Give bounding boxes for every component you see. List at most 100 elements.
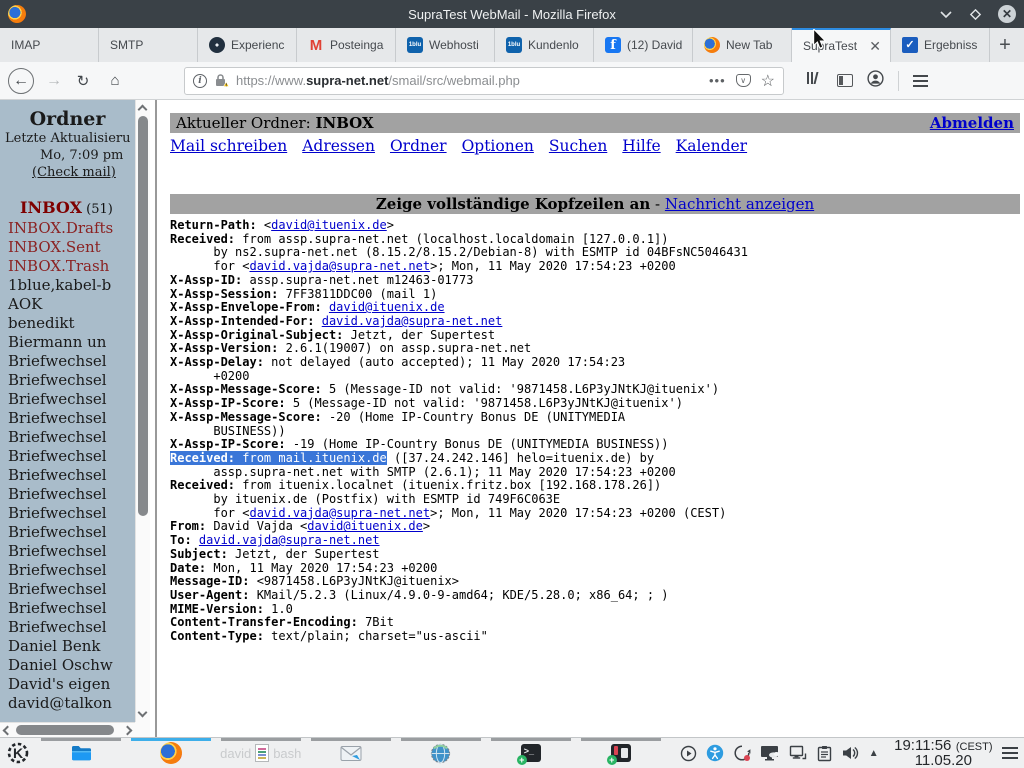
tab-smtp[interactable]: SMTP [99, 28, 198, 62]
menu-icon[interactable] [913, 72, 928, 90]
task-konsole-session[interactable]: davidbash [216, 738, 306, 768]
folder-david-talkon[interactable]: david@talkon [0, 694, 135, 713]
folder-briefwechsel[interactable]: Briefwechsel [0, 409, 135, 428]
folder-briefwechsel[interactable]: Briefwechsel [0, 504, 135, 523]
folder-inbox-sent[interactable]: INBOX.Sent [0, 238, 135, 257]
back-icon[interactable]: ← [8, 68, 34, 94]
menu-link-hilfe[interactable]: Hilfe [622, 137, 660, 155]
email-address-link[interactable]: david.vajda@supra-net.net [199, 533, 380, 547]
volume-icon[interactable] [841, 745, 860, 761]
tab-posteinga[interactable]: MPosteinga [297, 28, 396, 62]
menu-link-mail-schreiben[interactable]: Mail schreiben [170, 137, 287, 155]
url-bar[interactable]: i https://www.supra-net.net/smail/src/we… [184, 67, 784, 95]
tab-ergebniss[interactable]: ✓Ergebniss [891, 28, 990, 62]
menu-link-kalender[interactable]: Kalender [676, 137, 747, 155]
screen-share-icon[interactable] [760, 745, 780, 762]
forward-icon[interactable]: → [42, 72, 66, 90]
reload-icon[interactable]: ↻ [70, 72, 96, 90]
tab-close-icon[interactable]: ✕ [868, 38, 882, 55]
folder-benedikt[interactable]: benedikt [0, 314, 135, 333]
task-mail-client[interactable] [306, 738, 396, 768]
application-launcher-icon[interactable]: K [0, 738, 36, 768]
insecure-lock-icon[interactable] [214, 73, 229, 88]
pocket-icon[interactable]: ∨ [736, 74, 751, 87]
tab-new-tab[interactable]: New Tab [693, 28, 792, 62]
frame-divider[interactable] [150, 100, 162, 737]
folder-briefwechsel[interactable]: Briefwechsel [0, 580, 135, 599]
folder-1blue-kabel-b[interactable]: 1blue,kabel-b [0, 276, 135, 295]
close-icon[interactable]: ✕ [998, 5, 1016, 23]
scrollbar-thumb[interactable] [16, 725, 114, 735]
folder-briefwechsel[interactable]: Briefwechsel [0, 599, 135, 618]
sidebar-vertical-scrollbar[interactable] [135, 100, 150, 722]
email-address-link[interactable]: david@ituenix.de [329, 300, 445, 314]
task-firefox[interactable] [126, 738, 216, 768]
check-mail-link[interactable]: (Check mail) [32, 165, 116, 180]
tab-kundenlo[interactable]: 1bluKundenlo [495, 28, 594, 62]
folder-briefwechsel[interactable]: Briefwechsel [0, 352, 135, 371]
sidebar-toggle-icon[interactable] [837, 74, 853, 87]
folder-briefwechsel[interactable]: Briefwechsel [0, 561, 135, 580]
tab--12-david[interactable]: f(12) David [594, 28, 693, 62]
folder-briefwechsel[interactable]: Briefwechsel [0, 447, 135, 466]
folder-briefwechsel[interactable]: Briefwechsel [0, 618, 135, 637]
page-actions-icon[interactable]: ••• [709, 73, 726, 88]
media-player-icon[interactable] [680, 745, 697, 762]
folder-inbox[interactable]: INBOX (51) [0, 198, 135, 219]
scroll-down-icon[interactable] [138, 708, 148, 718]
folder-inbox-drafts[interactable]: INBOX.Drafts [0, 219, 135, 238]
folder-aok[interactable]: AOK [0, 295, 135, 314]
folder-daniel-oschw[interactable]: Daniel Oschw [0, 656, 135, 675]
bookmark-star-icon[interactable]: ☆ [761, 71, 775, 91]
menu-link-adressen[interactable]: Adressen [302, 137, 375, 155]
scroll-right-icon[interactable] [123, 726, 133, 736]
folder-briefwechsel[interactable]: Briefwechsel [0, 428, 135, 447]
maximize-icon[interactable] [969, 8, 982, 21]
logout-link[interactable]: Abmelden [930, 114, 1014, 132]
software-update-icon[interactable] [733, 744, 751, 762]
scroll-up-icon[interactable] [138, 105, 148, 115]
task-terminal-new[interactable]: >_+ [486, 738, 576, 768]
email-address-link[interactable]: david.vajda@supra-net.net [249, 506, 430, 520]
accessibility-icon[interactable] [706, 744, 724, 762]
library-icon[interactable] [806, 70, 823, 91]
folder-briefwechsel[interactable]: Briefwechsel [0, 390, 135, 409]
email-address-link[interactable]: david@ituenix.de [271, 218, 387, 232]
folder-briefwechsel[interactable]: Briefwechsel [0, 523, 135, 542]
task-editor-new[interactable]: + [576, 738, 666, 768]
folder-briefwechsel[interactable]: Briefwechsel [0, 466, 135, 485]
folder-david-s-eigen[interactable]: David's eigen [0, 675, 135, 694]
network-icon[interactable] [789, 745, 808, 762]
new-tab-button[interactable]: + [990, 28, 1020, 62]
expand-panel-icon[interactable]: ▲ [869, 748, 879, 759]
folder-biermann-un[interactable]: Biermann un [0, 333, 135, 352]
folder-inbox-trash[interactable]: INBOX.Trash [0, 257, 135, 276]
menu-link-ordner[interactable]: Ordner [390, 137, 447, 155]
tab-experienc[interactable]: Experienc [198, 28, 297, 62]
panel-menu-icon[interactable] [1002, 744, 1018, 762]
tab-webhosti[interactable]: 1bluWebhosti [396, 28, 495, 62]
task-web-globe[interactable] [396, 738, 486, 768]
view-message-link[interactable]: Nachricht anzeigen [665, 195, 814, 213]
email-address-link[interactable]: david.vajda@supra-net.net [322, 314, 503, 328]
email-address-link[interactable]: david.vajda@supra-net.net [249, 259, 430, 273]
site-info-icon[interactable]: i [193, 74, 207, 88]
clipboard-icon[interactable] [817, 745, 832, 762]
home-icon[interactable]: ⌂ [102, 72, 128, 89]
folder-briefwechsel[interactable]: Briefwechsel [0, 371, 135, 390]
menu-link-suchen[interactable]: Suchen [549, 137, 607, 155]
digital-clock[interactable]: 19:11:56 (CEST) 11.05.20 [891, 739, 996, 768]
account-icon[interactable] [867, 70, 884, 92]
folder-briefwechsel[interactable]: Briefwechsel [0, 485, 135, 504]
scroll-left-icon[interactable] [3, 726, 13, 736]
scrollbar-thumb[interactable] [138, 116, 148, 516]
folder-daniel-benk[interactable]: Daniel Benk [0, 637, 135, 656]
folder-briefwechsel[interactable]: Briefwechsel [0, 542, 135, 561]
minimize-icon[interactable] [939, 9, 953, 19]
task-file-manager[interactable] [36, 738, 126, 768]
tab-supratest[interactable]: SupraTest✕ [792, 28, 891, 62]
tab-imap[interactable]: IMAP [0, 28, 99, 62]
sidebar-horizontal-scrollbar[interactable] [0, 722, 135, 737]
email-address-link[interactable]: david@ituenix.de [307, 519, 423, 533]
menu-link-optionen[interactable]: Optionen [462, 137, 534, 155]
